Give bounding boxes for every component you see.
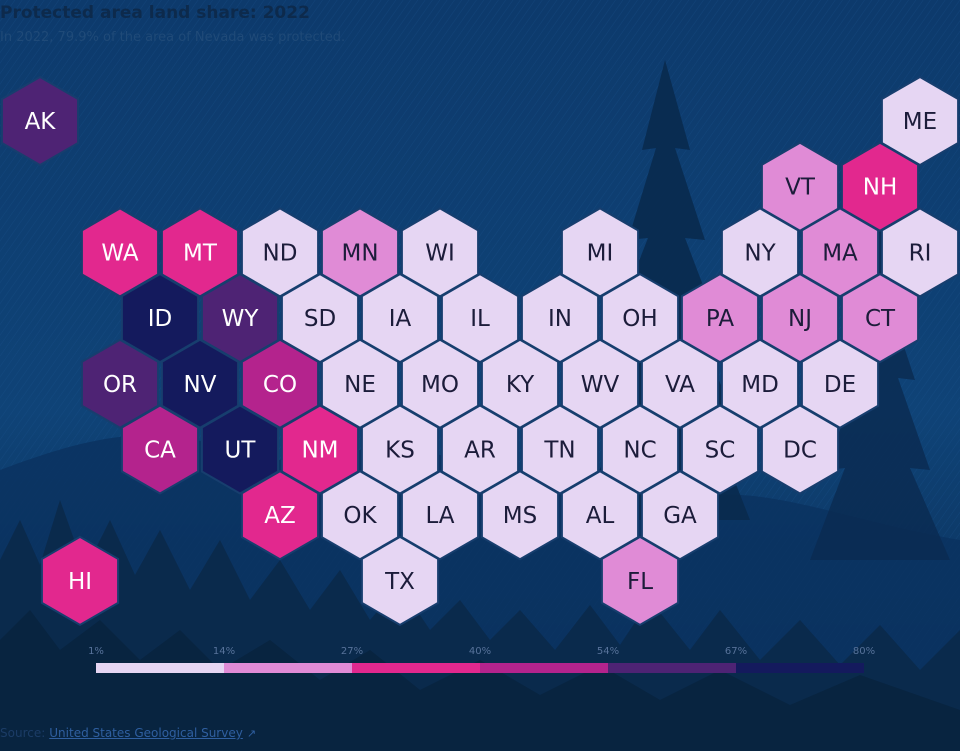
state-label: WV <box>581 372 620 398</box>
state-label: IL <box>470 306 490 332</box>
state-label: ID <box>148 306 173 332</box>
state-label: OR <box>103 372 137 398</box>
state-label: MO <box>421 372 459 398</box>
state-label: WY <box>222 306 260 332</box>
state-label: VA <box>665 372 695 398</box>
state-label: NC <box>623 438 656 464</box>
state-label: IA <box>389 306 412 332</box>
state-label: WI <box>425 240 455 266</box>
state-tile-ak[interactable]: AK <box>0 75 80 167</box>
state-label: OH <box>622 306 657 332</box>
state-label: AK <box>25 109 57 135</box>
state-label: NM <box>301 438 338 464</box>
state-label: CT <box>865 306 896 332</box>
external-link-icon: ↗ <box>246 727 257 740</box>
state-label: IN <box>548 306 572 332</box>
state-label: NH <box>863 175 898 201</box>
state-label: TN <box>543 438 575 464</box>
state-label: VT <box>785 175 816 201</box>
state-label: KY <box>506 372 535 398</box>
state-label: HI <box>68 569 92 595</box>
state-label: NJ <box>788 306 812 332</box>
state-label: WA <box>101 240 138 266</box>
source-footer: Source: United States Geological Survey ↗ <box>0 726 256 740</box>
state-label: MA <box>822 240 858 266</box>
state-label: PA <box>706 306 734 332</box>
state-label: UT <box>225 438 257 464</box>
state-label: DC <box>783 438 817 464</box>
hex-tile-map: AK ME VT NH WA MT ND MN WI MI NY MA RI ID WY SD IA IL IN OH… <box>0 75 960 627</box>
state-label: MI <box>587 240 614 266</box>
source-link[interactable]: United States Geological Survey <box>49 726 243 740</box>
state-label: FL <box>627 569 653 595</box>
state-label: NY <box>744 240 776 266</box>
state-label: OK <box>343 503 377 529</box>
state-label: NE <box>344 372 376 398</box>
state-label: CO <box>263 372 297 398</box>
state-label: LA <box>425 503 454 529</box>
state-label: MT <box>183 240 218 266</box>
state-label: CA <box>144 438 176 464</box>
state-label: RI <box>909 240 932 266</box>
state-label: GA <box>663 503 697 529</box>
state-label: AL <box>586 503 615 529</box>
state-label: ME <box>903 109 937 135</box>
state-label: SC <box>705 438 736 464</box>
state-label: ND <box>263 240 298 266</box>
state-label: TX <box>384 569 415 595</box>
source-label: Source: <box>0 726 46 740</box>
state-label: DE <box>824 372 856 398</box>
state-label: AR <box>464 438 496 464</box>
state-label: KS <box>385 438 415 464</box>
state-label: SD <box>304 306 336 332</box>
state-label: MD <box>741 372 779 398</box>
state-tile-hi[interactable]: HI <box>40 535 120 627</box>
state-label: MN <box>341 240 378 266</box>
state-label: NV <box>184 372 217 398</box>
state-label: MS <box>503 503 537 529</box>
state-label: AZ <box>264 503 296 529</box>
